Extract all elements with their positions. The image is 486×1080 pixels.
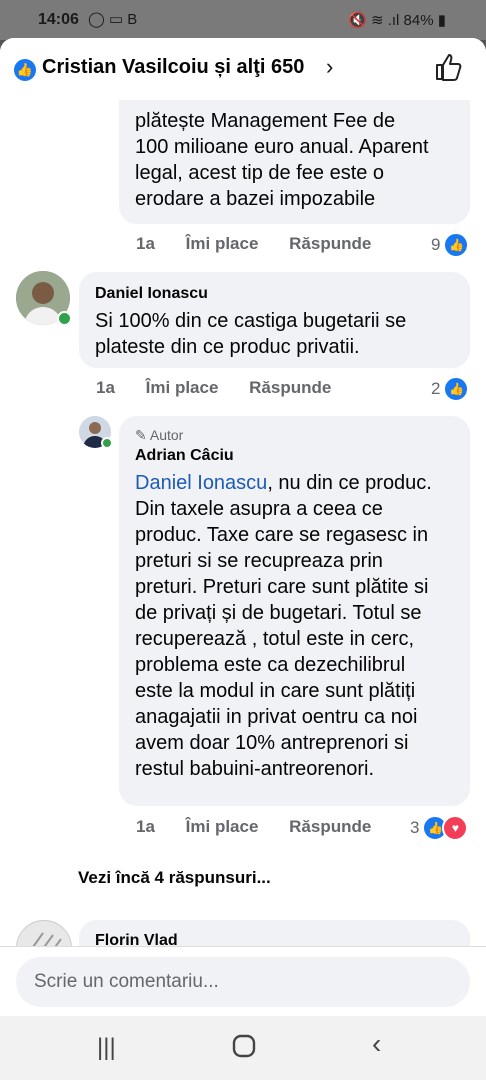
status-right: 🔇 ≋ .ıl 84% ▮ — [348, 11, 446, 29]
reaction-count[interactable]: 3 👍 ♥ — [410, 815, 469, 841]
online-indicator — [101, 437, 113, 449]
comment-bubble: Daniel Ionascu Si 100% din ce castiga bu… — [79, 272, 470, 368]
comment-text-line: plateste din ce produc privatii. — [95, 336, 360, 358]
author-badge: ✎ Autor — [135, 427, 183, 444]
system-nav-bar: ||| ‹ — [0, 1016, 486, 1080]
comment-text-line: Din taxele asupra a ceea ce — [135, 498, 383, 520]
reactions-summary[interactable]: Cristian Vasilcoiu și alţi 650 — [42, 56, 304, 79]
mention-link[interactable]: Daniel Ionascu — [135, 472, 267, 494]
notification-icons: ◯ ▭ B — [88, 11, 138, 28]
comment-time: 1a — [96, 378, 115, 397]
comment-text-line: erodare a bazei impozabile — [135, 188, 376, 210]
system-icons: 🔇 ≋ .ıl — [348, 12, 400, 29]
comment-bubble: ✎ Autor Adrian Câciu Daniel Ionascu, nu … — [119, 416, 470, 806]
comment-input-placeholder: Scrie un comentariu... — [34, 971, 219, 992]
view-more-replies[interactable]: Vezi încă 4 răspunsuri... — [78, 868, 271, 888]
comment-author[interactable]: Daniel Ionascu — [95, 285, 208, 303]
comment-text-line: este la modul in care sunt plătiți — [135, 680, 416, 702]
thumbs-up-icon[interactable] — [434, 52, 464, 82]
reaction-count[interactable]: 2 👍 — [431, 376, 470, 402]
comment-text-line: Daniel Ionascu, nu din ce produc. — [135, 470, 432, 496]
status-time: 14:06 — [38, 11, 79, 28]
like-icon: 👍 — [443, 376, 470, 402]
comment-text-fragment: , nu din ce produc. — [267, 472, 432, 494]
comment-text-line: 100 milioane euro anual. Aparent — [135, 136, 429, 158]
reaction-number: 2 — [431, 379, 441, 398]
reaction-number: 9 — [431, 235, 441, 254]
comment-text-line: legal, acest tip de fee este o — [135, 162, 385, 184]
like-icon: 👍 — [443, 232, 470, 258]
reply-link[interactable]: Răspunde — [289, 817, 371, 836]
comments-sheet: 👍 Cristian Vasilcoiu și alţi 650 › plăte… — [0, 38, 486, 1080]
comment-author[interactable]: Adrian Câciu — [135, 447, 234, 465]
like-link[interactable]: Îmi place — [186, 234, 259, 253]
home-icon[interactable] — [232, 1034, 256, 1065]
comment-text-line: recuperează , totul este in cerc, — [135, 628, 415, 650]
comment-text-line: preturi si se recupreaza prin — [135, 550, 383, 572]
recent-apps-icon[interactable]: ||| — [97, 1034, 116, 1062]
comment-text-line: problema este ca dezechilibrul — [135, 654, 406, 676]
heart-icon: ♥ — [442, 815, 469, 841]
comment-actions: 1a Îmi place Răspunde — [136, 234, 397, 254]
comment-text-line: Si 100% din ce castiga bugetarii se — [95, 310, 407, 332]
like-link[interactable]: Îmi place — [146, 378, 219, 397]
like-reaction-icon: 👍 — [14, 59, 36, 81]
comment-composer: Scrie un comentariu... — [0, 946, 486, 1017]
comment-input[interactable]: Scrie un comentariu... — [16, 957, 470, 1007]
reaction-number: 3 — [410, 818, 420, 837]
comment-actions: 1a Îmi place Răspunde — [136, 817, 397, 837]
comment-text-line: restul babuini-antreorenori. — [135, 758, 375, 780]
comment-text-line: plătește Management Fee de — [135, 110, 396, 132]
comment-text-line: produc. Taxe care se regasesc in — [135, 524, 429, 546]
reaction-count[interactable]: 9 👍 — [431, 232, 470, 258]
back-icon[interactable]: ‹ — [372, 1028, 381, 1060]
reactions-header[interactable]: 👍 Cristian Vasilcoiu și alţi 650 › — [0, 38, 486, 100]
reply-link[interactable]: Răspunde — [289, 234, 371, 253]
online-indicator — [57, 311, 72, 326]
battery-level: 84% — [403, 12, 434, 29]
author-badge-label: Autor — [149, 427, 184, 443]
reply-link[interactable]: Răspunde — [249, 378, 331, 397]
like-link[interactable]: Îmi place — [186, 817, 259, 836]
comment-text-line: preturi. Preturi care sunt plătite si — [135, 576, 429, 598]
pencil-icon: ✎ — [135, 427, 147, 443]
comment-text-line: avem doar 10% antreprenori si — [135, 732, 409, 754]
comment-time: 1a — [136, 817, 155, 836]
comment-text-line: de privați și de bugetari. Totul se — [135, 602, 422, 624]
chevron-right-icon[interactable]: › — [326, 54, 333, 80]
comment-time: 1a — [136, 234, 155, 253]
comment-actions: 1a Îmi place Răspunde — [96, 378, 357, 398]
battery-icon: ▮ — [437, 12, 446, 29]
status-bar: 14:06 ◯ ▭ B 🔇 ≋ .ıl 84% ▮ — [0, 0, 486, 40]
comment-text-line: anagajatii in privat oentru ca noi — [135, 706, 418, 728]
